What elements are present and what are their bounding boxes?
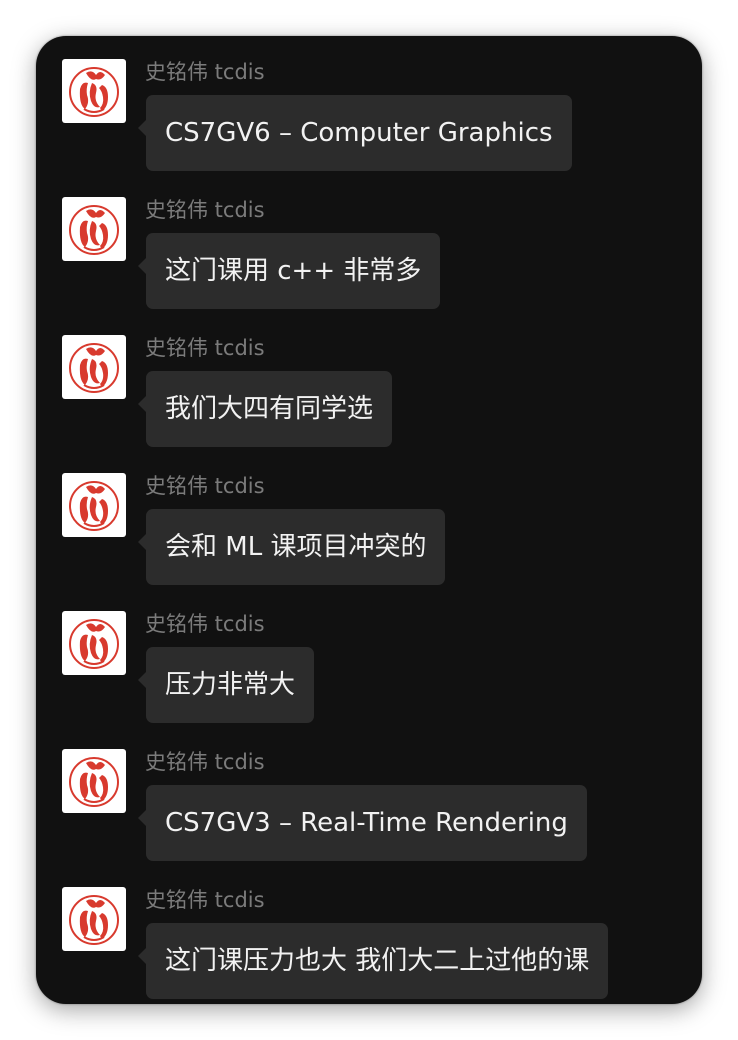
chat-message: 史铭伟 tcdis 这门课压力也大 我们大二上过他的课	[36, 887, 702, 1004]
message-bubble[interactable]: CS7GV3 – Real-Time Rendering	[138, 785, 587, 861]
bubble-tail	[138, 395, 147, 413]
red-stamp-seal-icon	[69, 757, 119, 807]
message-bubble[interactable]: CS7GV6 – Computer Graphics	[138, 95, 572, 171]
red-stamp-seal-icon	[69, 67, 119, 117]
sender-name: 史铭伟 tcdis	[145, 750, 265, 774]
avatar[interactable]	[62, 887, 126, 951]
red-stamp-seal-icon	[69, 481, 119, 531]
red-stamp-seal-icon	[69, 205, 119, 255]
chat-message: 史铭伟 tcdis 会和 ML 课项目冲突的	[36, 473, 702, 603]
message-text: 这门课压力也大 我们大二上过他的课	[165, 946, 590, 976]
chat-message: 史铭伟 tcdis CS7GV3 – Real-Time Rendering	[36, 749, 702, 879]
chat-message: 史铭伟 tcdis CS7GV6 – Computer Graphics	[36, 59, 702, 189]
message-bubble[interactable]: 这门课用 c++ 非常多	[138, 233, 441, 309]
message-text: 这门课用 c++ 非常多	[165, 256, 422, 286]
sender-name: 史铭伟 tcdis	[145, 612, 265, 636]
message-bubble[interactable]: 我们大四有同学选	[138, 371, 393, 447]
avatar[interactable]	[62, 335, 126, 399]
bubble-tail	[138, 533, 147, 551]
bubble-tail	[138, 947, 147, 965]
chat-message: 史铭伟 tcdis 我们大四有同学选	[36, 335, 702, 465]
sender-name: 史铭伟 tcdis	[145, 336, 265, 360]
red-stamp-seal-icon	[69, 619, 119, 669]
red-stamp-seal-icon	[69, 343, 119, 393]
avatar[interactable]	[62, 473, 126, 537]
message-text: CS7GV3 – Real-Time Rendering	[165, 808, 568, 838]
avatar[interactable]	[62, 197, 126, 261]
chat-message: 史铭伟 tcdis 这门课用 c++ 非常多	[36, 197, 702, 327]
sender-name: 史铭伟 tcdis	[145, 198, 265, 222]
chat-message: 史铭伟 tcdis 压力非常大	[36, 611, 702, 741]
sender-name: 史铭伟 tcdis	[145, 474, 265, 498]
bubble-tail	[138, 257, 147, 275]
avatar[interactable]	[62, 749, 126, 813]
bubble-tail	[138, 671, 147, 689]
avatar[interactable]	[62, 59, 126, 123]
message-text: 会和 ML 课项目冲突的	[165, 532, 427, 562]
message-bubble[interactable]: 压力非常大	[138, 647, 315, 723]
sender-name: 史铭伟 tcdis	[145, 60, 265, 84]
avatar[interactable]	[62, 611, 126, 675]
message-bubble[interactable]: 会和 ML 课项目冲突的	[138, 509, 446, 585]
message-text: CS7GV6 – Computer Graphics	[165, 118, 553, 148]
bubble-tail	[138, 809, 147, 827]
message-text: 我们大四有同学选	[165, 394, 374, 424]
sender-name: 史铭伟 tcdis	[145, 888, 265, 912]
message-bubble[interactable]: 这门课压力也大 我们大二上过他的课	[138, 923, 609, 999]
bubble-tail	[138, 119, 147, 137]
message-text: 压力非常大	[165, 670, 296, 700]
red-stamp-seal-icon	[69, 895, 119, 945]
chat-window: 史铭伟 tcdis CS7GV6 – Computer Graphics 史铭伟…	[36, 36, 702, 1004]
